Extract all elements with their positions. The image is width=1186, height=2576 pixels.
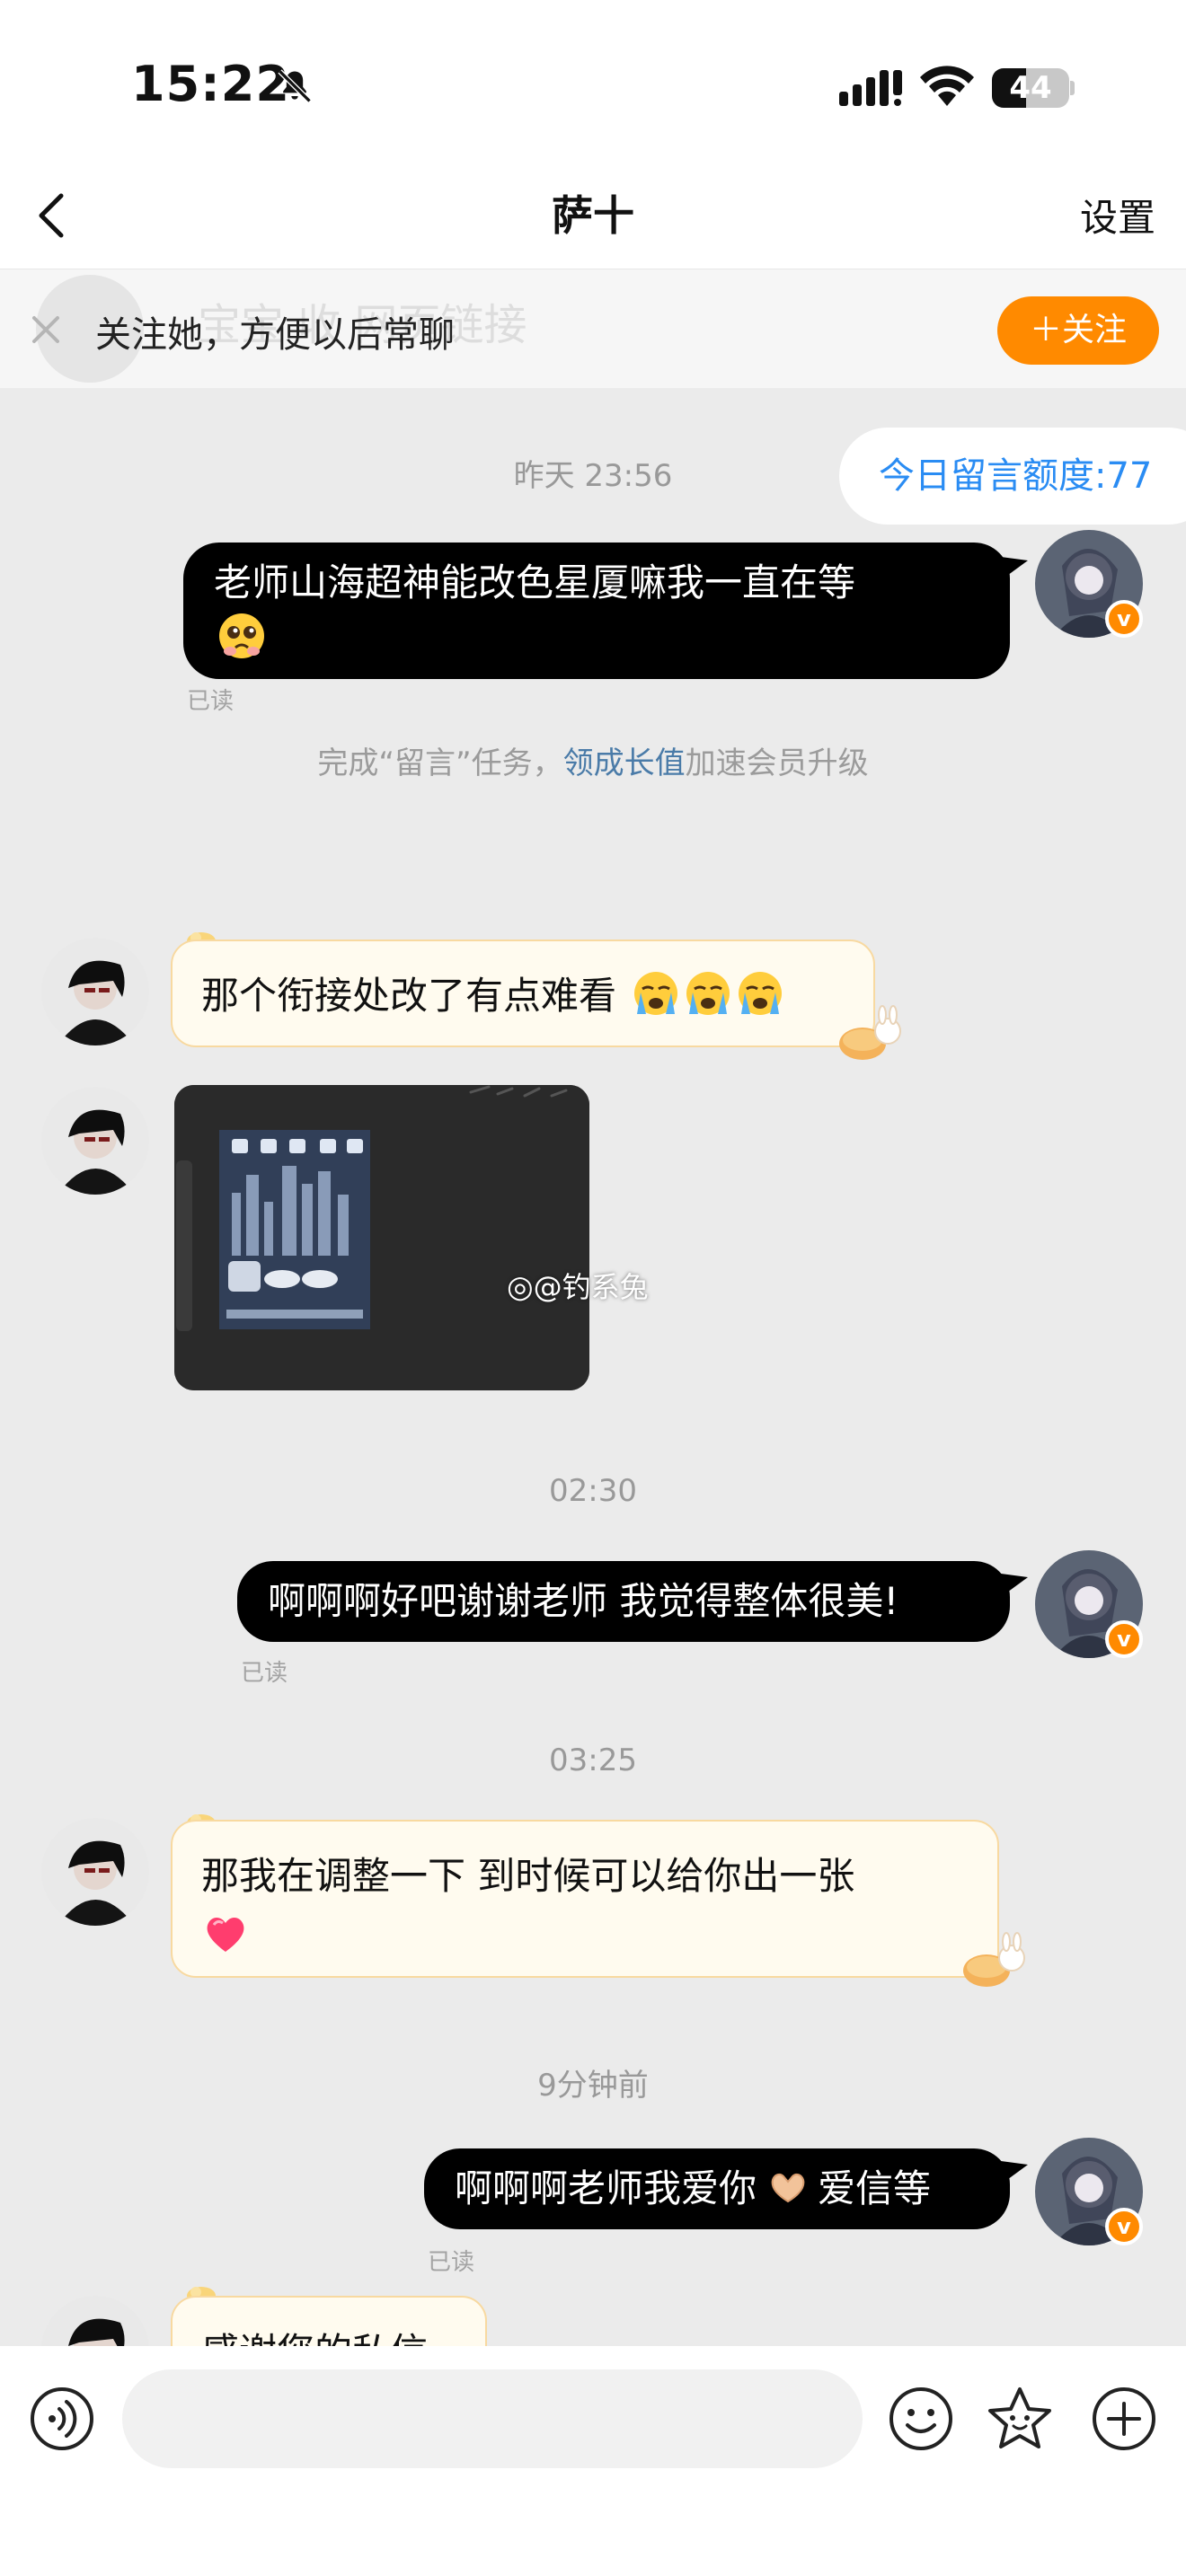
pleading-face-icon xyxy=(219,613,264,658)
timestamp: 昨天 23:56 xyxy=(513,458,673,494)
bell-off-icon xyxy=(278,69,312,103)
contact-avatar[interactable] xyxy=(41,1087,149,1195)
chat-input-bar xyxy=(0,2346,1186,2576)
weibo-watermark: ◎@钓系兔 xyxy=(507,1269,649,1305)
sticker-icon[interactable] xyxy=(985,2384,1055,2454)
message-input[interactable] xyxy=(122,2369,863,2468)
close-icon[interactable] xyxy=(25,309,66,350)
follow-prompt-bar: 宝宝 收 网页链接 关注她，方便以后常聊 ＋关注 xyxy=(0,269,1186,388)
crying-face-icon xyxy=(686,972,730,1015)
battery-icon: 44 xyxy=(992,68,1075,108)
signal-icon xyxy=(839,70,902,106)
voice-icon[interactable] xyxy=(29,2386,95,2452)
crying-face-icon xyxy=(739,972,783,1015)
status-time: 15:22 xyxy=(131,56,290,112)
read-status: 已读 xyxy=(241,1660,288,1687)
follow-button[interactable]: ＋关注 xyxy=(997,296,1159,365)
read-status: 已读 xyxy=(187,688,235,715)
follow-prompt-text: 关注她，方便以后常聊 xyxy=(95,314,455,356)
verified-icon: v xyxy=(1105,600,1143,638)
message-bubble-incoming[interactable]: 那个衔接处改了有点难看 xyxy=(171,940,875,1047)
emoji-icon[interactable] xyxy=(888,2386,954,2452)
bubble-tail xyxy=(1001,1574,1028,1597)
heart-icon xyxy=(207,1918,244,1952)
watermark-text: @钓系兔 xyxy=(533,1270,649,1304)
status-bar: 15:22 44 xyxy=(0,0,1186,162)
message-text: 啊啊啊好吧谢谢老师 我觉得整体很美! xyxy=(268,1579,899,1623)
read-status: 已读 xyxy=(428,2249,475,2276)
timestamp: 02:30 xyxy=(549,1473,637,1509)
back-icon[interactable] xyxy=(22,183,86,248)
system-notice: 完成“留言”任务，领成长值加速会员升级 xyxy=(0,738,1186,782)
bubble-tail xyxy=(1001,2161,1028,2184)
settings-button[interactable]: 设置 xyxy=(1080,189,1155,248)
app-screenshot-thumbnail-icon xyxy=(174,1085,589,1390)
message-text: 老师山海超神能改色星厦嘛我一直在等 xyxy=(214,560,856,604)
message-bubble-outgoing[interactable]: 啊啊啊好吧谢谢老师 我觉得整体很美! xyxy=(237,1561,1010,1642)
message-bubble-outgoing[interactable]: 老师山海超神能改色星厦嘛我一直在等 xyxy=(183,543,1010,679)
wifi-icon xyxy=(920,66,974,106)
message-bubble-outgoing[interactable]: 啊啊啊老师我爱你 爱信等 xyxy=(424,2148,1010,2229)
timestamp: 9分钟前 xyxy=(537,2068,649,2104)
notice-prefix: 完成“留言”任务， xyxy=(317,745,563,781)
heart-hands-icon xyxy=(771,2173,805,2203)
crying-face-icon xyxy=(634,972,678,1015)
contact-avatar[interactable] xyxy=(41,938,149,1045)
battery-level: 44 xyxy=(1009,70,1052,106)
timestamp: 03:25 xyxy=(549,1742,637,1778)
message-suffix: 爱信等 xyxy=(818,2166,932,2210)
plus-icon[interactable] xyxy=(1091,2386,1157,2452)
image-message[interactable] xyxy=(174,1085,589,1390)
message-text: 那个衔接处改了有点难看 xyxy=(201,974,617,1018)
bubble-tail xyxy=(1001,557,1028,580)
message-text: 啊啊啊老师我爱你 xyxy=(455,2166,757,2210)
chat-title: 萨十 xyxy=(552,191,634,240)
message-bubble-incoming[interactable]: 那我在调整一下 到时候可以给你出一张 xyxy=(171,1820,999,1978)
contact-avatar[interactable] xyxy=(41,1818,149,1926)
bunny-mooncake-sticker-icon xyxy=(963,1932,1025,1987)
notice-suffix: 加速会员升级 xyxy=(685,745,869,781)
growth-value-link[interactable]: 领成长值 xyxy=(563,745,686,781)
verified-icon: v xyxy=(1105,1620,1143,1658)
verified-icon: v xyxy=(1105,2208,1143,2245)
bunny-mooncake-sticker-icon xyxy=(839,1005,901,1060)
nav-bar: 萨十 设置 xyxy=(0,162,1186,269)
message-text: 那我在调整一下 到时候可以给你出一张 xyxy=(201,1854,855,1898)
